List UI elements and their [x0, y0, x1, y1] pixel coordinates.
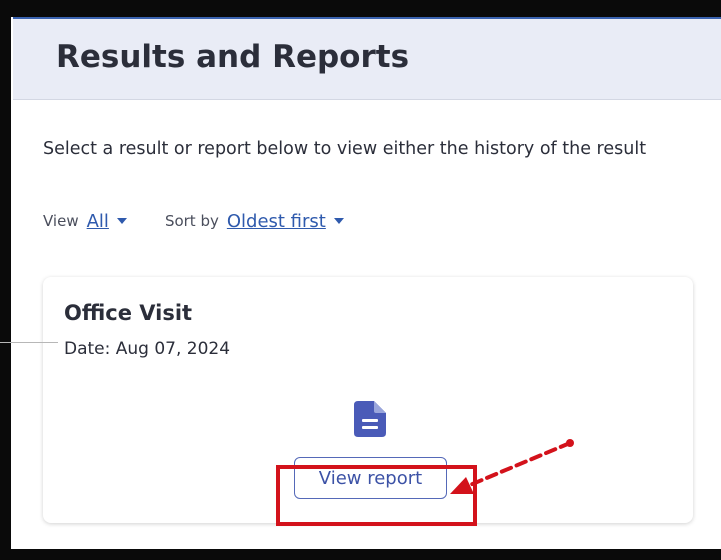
filter-bar: View All Sort by Oldest first [43, 209, 382, 233]
result-card: Office Visit Date: Aug 07, 2024 View rep… [43, 277, 693, 523]
document-icon [354, 401, 386, 437]
intro-text: Select a result or report below to view … [43, 139, 647, 159]
divider-line [0, 342, 58, 343]
card-title: Office Visit [64, 301, 193, 325]
view-caret-down-icon[interactable] [116, 218, 127, 224]
sort-caret-down-icon[interactable] [333, 218, 344, 224]
view-filter-dropdown[interactable]: All [87, 211, 109, 232]
card-date: Date: Aug 07, 2024 [64, 339, 231, 359]
screenshot-frame: Results and Reports Select a result or r… [0, 0, 721, 560]
sort-label: Sort by [164, 212, 219, 230]
window-border-top [0, 0, 721, 17]
window-border-left [0, 0, 11, 560]
view-label: View [43, 212, 79, 230]
window-border-bottom [0, 549, 721, 560]
view-report-button[interactable]: View report [294, 457, 447, 499]
page-header: Results and Reports [13, 19, 721, 100]
page-title: Results and Reports [56, 39, 410, 75]
sort-dropdown[interactable]: Oldest first [227, 211, 326, 232]
